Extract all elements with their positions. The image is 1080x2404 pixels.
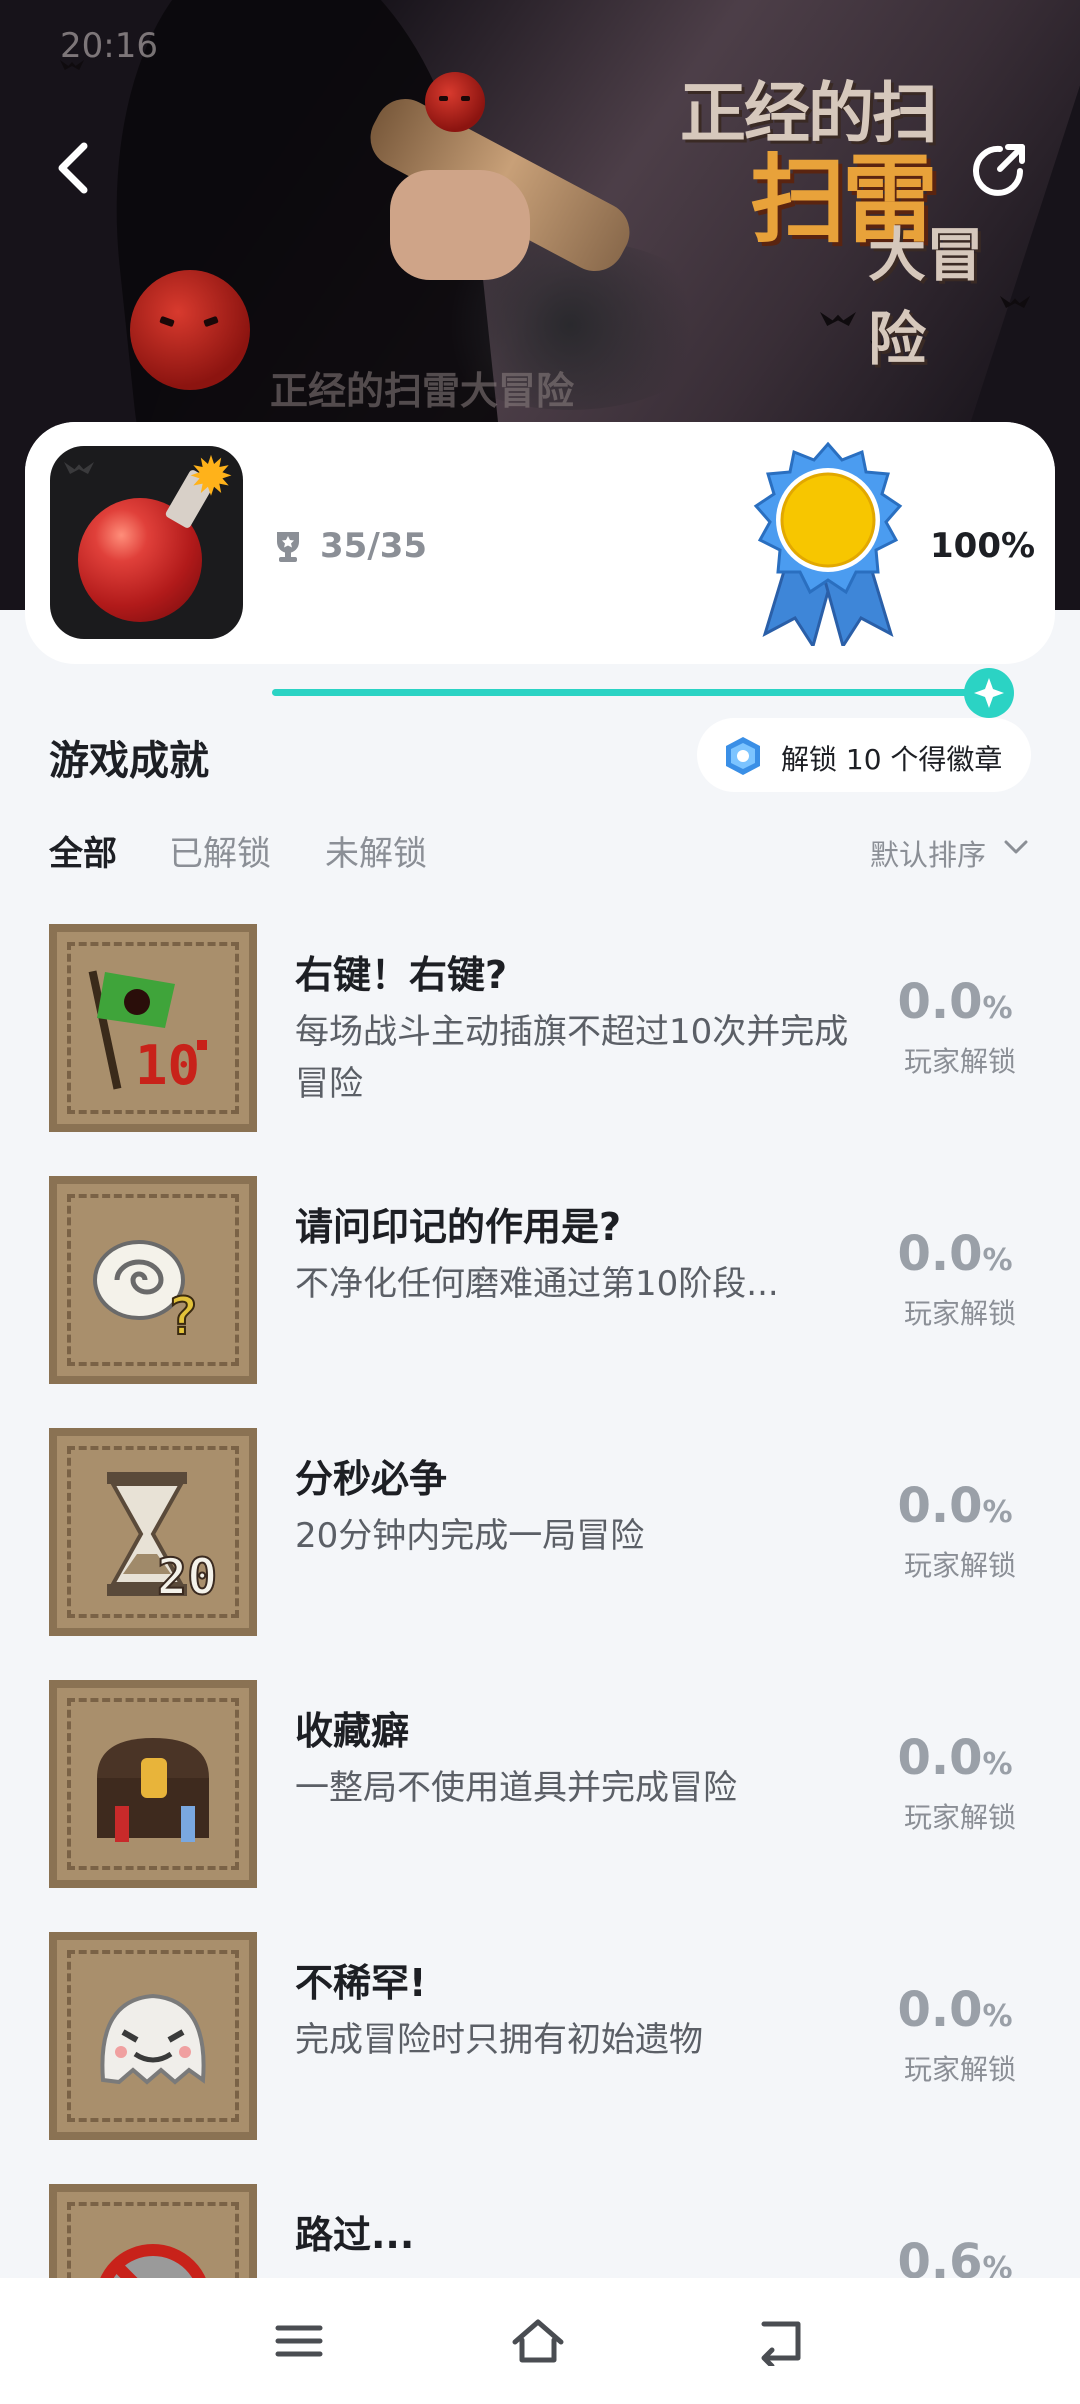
progress-bar [272, 689, 992, 696]
summary-card: ✹ 35/35 100% [25, 422, 1055, 664]
achievement-desc: 完成冒险时只拥有初始遗物 [295, 2020, 703, 2060]
summary-card-container: ✹ 35/35 100% [25, 422, 1055, 664]
tab-locked[interactable]: 未解锁 [325, 826, 427, 875]
hourglass-icon: 20 [107, 1472, 218, 1607]
svg-text:20: 20 [157, 1548, 217, 1606]
achievement-thumb [49, 1680, 257, 1888]
sparkle-icon [974, 678, 1004, 708]
achievement-thumb: 10 [49, 924, 257, 1132]
tab-unlocked[interactable]: 已解锁 [169, 826, 271, 875]
spark-icon: ✹ [188, 446, 234, 508]
logo-line-3: 大冒险 [868, 221, 985, 373]
chest-icon [97, 1738, 209, 1842]
achievement-percent: 0.0% [897, 1478, 1013, 1534]
chevron-down-icon[interactable] [1003, 838, 1029, 856]
achievement-title: 分秒必争 [295, 1457, 448, 1501]
achievement-percent: 0.0% [897, 1730, 1013, 1786]
achievement-item[interactable]: 不稀罕! 完成冒险时只拥有初始遗物 0.0% 玩家解锁 [0, 1932, 1080, 2144]
achievement-title: 不稀罕! [295, 1961, 427, 2005]
small-demon-icon [425, 72, 485, 132]
achievement-desc: 不净化任何磨难通过第10阶段... [295, 1264, 779, 1304]
back-arrow-icon [58, 142, 88, 194]
achievement-thumb: ? [49, 1176, 257, 1384]
badge-unlock-pill[interactable]: 解锁 10 个得徽章 [697, 718, 1031, 792]
back-nav-icon[interactable] [754, 2316, 808, 2366]
trophy-icon [277, 532, 299, 562]
achievement-percent: 0.0% [897, 974, 1013, 1030]
hex-badge-icon [726, 737, 760, 775]
achievement-percent-label: 玩家解锁 [903, 1549, 1016, 1582]
status-time: 20:16 [60, 26, 158, 66]
achievement-percent-label: 玩家解锁 [903, 1045, 1016, 1078]
bat-icon [64, 462, 94, 474]
achievement-item[interactable]: 20 分秒必争 20分钟内完成一局冒险 0.0% 玩家解锁 [0, 1428, 1080, 1640]
svg-text:?: ? [167, 1287, 198, 1347]
achievement-percent-label: 玩家解锁 [903, 2053, 1016, 2086]
achievement-percent: 0.0% [897, 1226, 1013, 1282]
tab-all[interactable]: 全部 [49, 826, 117, 875]
hero-subtitle: 正经的扫雷大冒险 [270, 369, 575, 413]
achievement-title: 右键！右键? [295, 953, 508, 997]
achievement-title: 路过... [295, 2213, 415, 2257]
demon-bomb-icon [130, 270, 250, 390]
completion-percent: 100% [930, 526, 1036, 566]
hero-fist [390, 170, 530, 280]
progress-knob [964, 668, 1014, 718]
achievement-thumb [49, 1932, 257, 2140]
achievement-item[interactable]: 10 右键！右键? 每场战斗主动插旗不超过10次并完成冒险 0.0% 玩家解锁 [0, 924, 1080, 1136]
ghost-icon [100, 1993, 206, 2085]
achievement-item[interactable]: 收藏癖 一整局不使用道具并完成冒险 0.0% 玩家解锁 [0, 1680, 1080, 1892]
achievement-title: 收藏癖 [295, 1709, 410, 1753]
menu-icon[interactable] [272, 2316, 326, 2366]
game-icon[interactable]: ✹ [50, 446, 243, 639]
trophy-count: 35/35 [320, 526, 428, 566]
system-nav-bar [0, 2278, 1080, 2404]
achievement-desc: 一整局不使用道具并完成冒险 [295, 1768, 737, 1808]
back-button[interactable] [50, 132, 100, 202]
achievement-percent: 0.0% [897, 1982, 1013, 2038]
medal-badge-icon [753, 441, 903, 646]
achievement-title: 请问印记的作用是? [295, 1205, 622, 1249]
achievement-percent-label: 玩家解锁 [903, 1801, 1016, 1834]
svg-text:10: 10 [135, 1034, 200, 1097]
flag-icon: 10 [88, 970, 207, 1097]
share-button[interactable] [964, 135, 1034, 205]
share-icon [973, 144, 1025, 196]
achievement-desc: 20分钟内完成一局冒险 [295, 1516, 645, 1556]
achievement-item[interactable]: ? 请问印记的作用是? 不净化任何磨难通过第10阶段... 0.0% 玩家解锁 [0, 1176, 1080, 1388]
badge-unlock-text: 解锁 10 个得徽章 [781, 743, 1003, 776]
achievement-thumb: 20 [49, 1428, 257, 1636]
swirl-question-icon: ? [93, 1240, 199, 1348]
achievement-desc: 每场战斗主动插旗不超过10次并完成冒险 [295, 1012, 849, 1104]
achievement-percent-label: 玩家解锁 [903, 1297, 1016, 1330]
home-icon[interactable] [511, 2316, 565, 2366]
sort-dropdown[interactable]: 默认排序 [870, 832, 986, 874]
progress-fill [272, 689, 992, 696]
section-title: 游戏成就 [49, 738, 209, 784]
